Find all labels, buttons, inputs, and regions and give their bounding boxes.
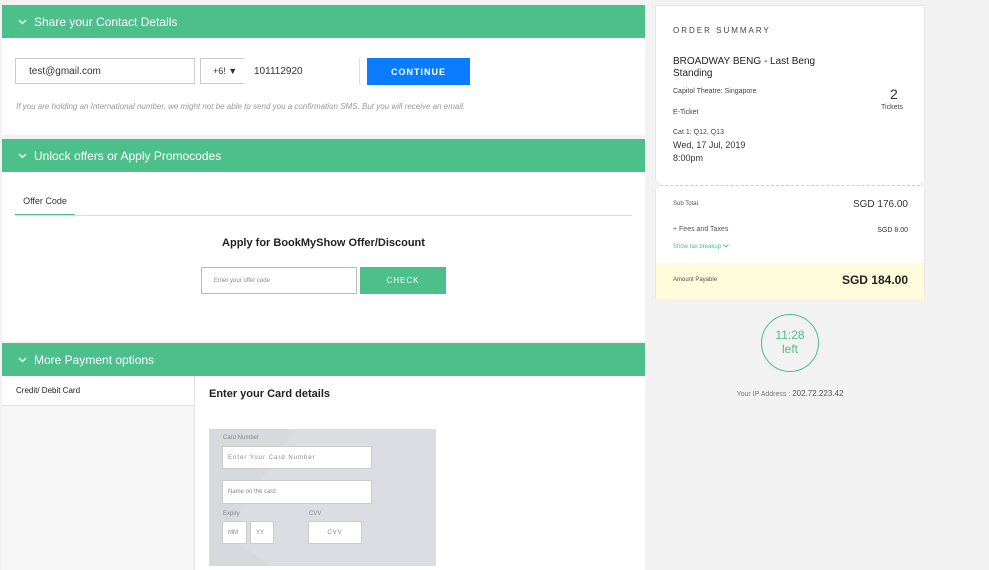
- ip-address: Your IP Address : 202.72.223.42: [655, 389, 925, 398]
- tab-offer-code[interactable]: Offer Code: [15, 194, 75, 216]
- venue: Capitol Theatre: Singapore: [673, 88, 757, 95]
- offer-code-input[interactable]: Enter your offer code: [201, 267, 357, 294]
- card-number-input[interactable]: Enter Your Card Number: [222, 446, 372, 469]
- offer-title: Apply for BookMyShow Offer/Discount: [222, 237, 425, 249]
- card-number-label: Card Number: [223, 435, 260, 441]
- ticket-type: E-Ticket: [673, 109, 699, 116]
- ticket-count: 2: [890, 86, 898, 102]
- chevron-down-icon: [15, 149, 29, 163]
- payment-section: More Payment options Credit/ Debit Card …: [2, 343, 645, 570]
- fees-label: + Fees and Taxes: [673, 226, 729, 233]
- ip-value: 202.72.223.42: [792, 389, 844, 398]
- chevron-down-icon: [722, 244, 729, 250]
- continue-button[interactable]: CONTINUE: [367, 58, 470, 85]
- ticket-notch-right: [920, 180, 929, 189]
- ip-label: Your IP Address :: [736, 391, 791, 398]
- cvv-label: CVV: [309, 511, 322, 517]
- order-summary: ORDER SUMMARY BROADWAY BENG - Last Beng …: [651, 5, 929, 299]
- seat-info: Cat 1: Q12, Q13: [673, 129, 724, 136]
- timer-label: left: [781, 342, 798, 356]
- expiry-label: Expiry: [223, 511, 240, 517]
- session-timer: 11:28 left: [761, 314, 819, 372]
- card-details-title: Enter your Card details: [209, 388, 331, 400]
- show-date: Wed, 17 Jul, 2019: [673, 140, 746, 150]
- tax-breakup-label: Show tax breakup: [673, 244, 722, 250]
- offers-section-title: Unlock offers or Apply Promocodes: [34, 148, 222, 163]
- amount-payable-label: Amount Payable: [673, 277, 718, 283]
- checkout-forms: Share your Contact Details test@gmail.co…: [0, 0, 648, 570]
- contact-section: Share your Contact Details test@gmail.co…: [2, 5, 645, 135]
- ticket-notch-left: [651, 180, 660, 189]
- chevron-down-icon: [15, 353, 29, 367]
- contact-section-title: Share your Contact Details: [34, 14, 178, 29]
- show-time: 8:00pm: [673, 153, 704, 163]
- country-code-select[interactable]: +6! ▼: [200, 58, 244, 84]
- chevron-down-icon: [15, 15, 29, 29]
- check-offer-button[interactable]: CHECK: [360, 267, 446, 294]
- tab-divider: [15, 215, 632, 216]
- payment-method-card[interactable]: Credit/ Debit Card: [2, 376, 194, 406]
- ticket-count-label: Tickets: [881, 104, 903, 111]
- event-title: BROADWAY BENG - Last Beng Standing: [673, 56, 816, 79]
- card-form: Card Number Enter Your Card Number Name …: [209, 429, 436, 566]
- expiry-year-input[interactable]: YY: [250, 521, 274, 544]
- phone-divider: [359, 58, 360, 84]
- order-summary-heading: ORDER SUMMARY: [673, 26, 771, 35]
- payment-section-title: More Payment options: [34, 352, 155, 367]
- international-number-note: If you are holding an International numb…: [16, 102, 466, 111]
- offers-section-header[interactable]: Unlock offers or Apply Promocodes: [2, 139, 645, 172]
- payment-methods-list: Credit/ Debit Card: [2, 376, 195, 570]
- timer-time: 11:28: [775, 328, 805, 342]
- email-field[interactable]: test@gmail.com: [15, 58, 195, 84]
- fees-value: SGD 8.00: [877, 227, 908, 234]
- card-name-input[interactable]: Name on the card: [222, 480, 372, 504]
- amount-payable-row: Amount Payable SGD 184.00: [656, 263, 924, 299]
- subtotal-label: Sub Total: [673, 201, 698, 207]
- payment-section-header[interactable]: More Payment options: [2, 343, 645, 376]
- expiry-month-input[interactable]: MM: [222, 521, 247, 544]
- ticket-divider: [660, 185, 920, 186]
- cvv-input[interactable]: CVV: [308, 521, 362, 544]
- amount-payable-value: SGD 184.00: [841, 273, 908, 287]
- offers-section: Unlock offers or Apply Promocodes Offer …: [2, 139, 645, 341]
- tax-breakup-link[interactable]: Show tax breakup: [673, 244, 729, 250]
- subtotal-value: SGD 176.00: [852, 199, 908, 210]
- contact-section-header[interactable]: Share your Contact Details: [2, 5, 645, 38]
- phone-field[interactable]: 101112920: [254, 58, 303, 84]
